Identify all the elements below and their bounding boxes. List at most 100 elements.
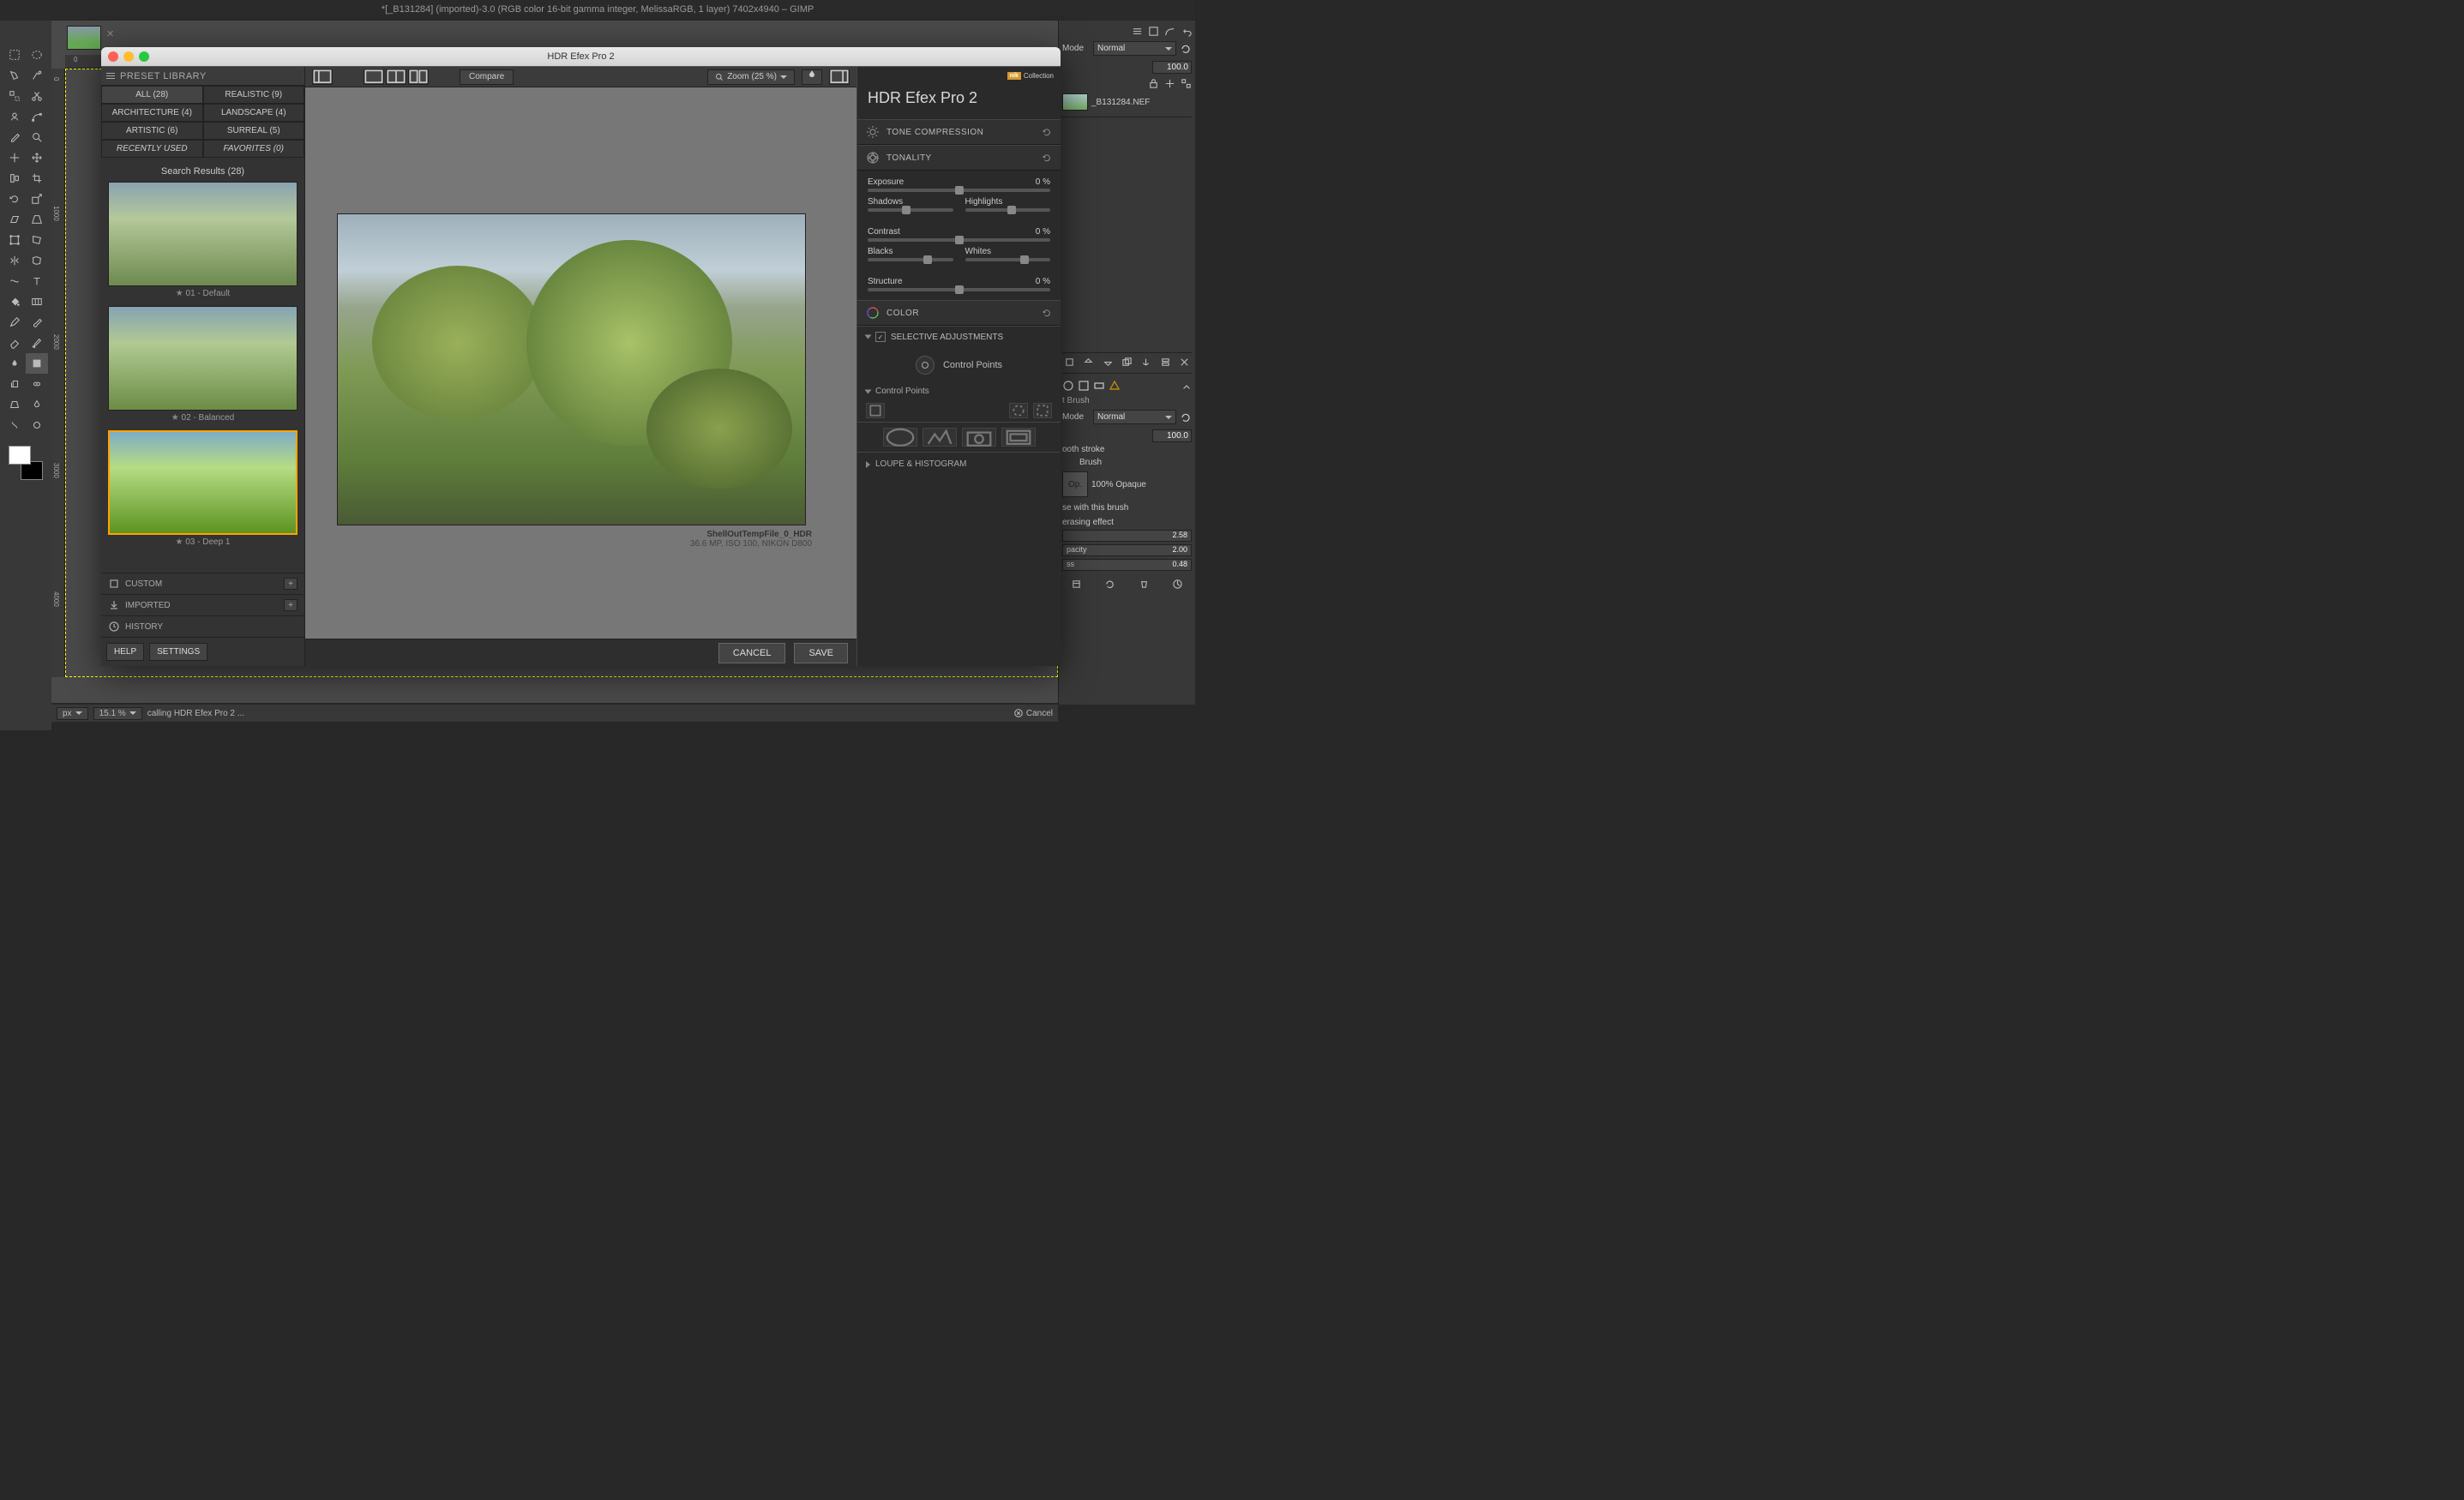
brush-preview[interactable]: Op. [1062, 471, 1088, 497]
cat-architecture[interactable]: ARCHITECTURE (4) [101, 104, 203, 122]
loupe-histogram-header[interactable]: LOUPE & HISTOGRAM [857, 452, 1061, 476]
tool-smudge[interactable] [3, 415, 26, 435]
tool-airbrush[interactable] [26, 333, 48, 353]
tool-scale[interactable] [26, 189, 48, 209]
star-icon[interactable]: ★ [171, 413, 179, 423]
tool-paths[interactable] [26, 106, 48, 127]
cancel-button[interactable]: CANCEL [718, 643, 786, 663]
paths-tab-icon[interactable] [1164, 26, 1175, 37]
fg-color[interactable] [9, 446, 31, 465]
frame-button[interactable] [1001, 428, 1036, 447]
layer-opacity-value[interactable]: 100.0 [1152, 61, 1192, 74]
mode-select[interactable]: Normal [1093, 41, 1176, 56]
tool-text[interactable] [26, 271, 48, 291]
imported-presets-row[interactable]: IMPORTED + [101, 595, 304, 616]
tool-scissors[interactable] [26, 86, 48, 106]
contrast-slider[interactable] [868, 238, 1050, 242]
view-single[interactable] [364, 69, 384, 85]
window-zoom-button[interactable] [139, 51, 149, 62]
tool-align[interactable] [3, 168, 26, 189]
merge-layer-icon[interactable] [1160, 357, 1171, 368]
tool-rotate[interactable] [3, 189, 26, 209]
tool-flip[interactable] [3, 250, 26, 271]
blacks-slider[interactable] [868, 258, 953, 261]
save-button[interactable]: SAVE [794, 643, 848, 663]
tool-measure[interactable] [3, 147, 26, 168]
reset-icon[interactable] [1042, 308, 1052, 318]
compare-button[interactable]: Compare [460, 69, 514, 85]
history-row[interactable]: HISTORY [101, 616, 304, 638]
control-points-sub[interactable]: Control Points [857, 383, 1061, 399]
tool-handle-transform[interactable] [26, 230, 48, 250]
tonality-header[interactable]: TONALITY [857, 145, 1061, 171]
tool-perspective[interactable] [26, 209, 48, 230]
cp-group-button[interactable] [1009, 403, 1028, 418]
tool-heal[interactable] [26, 374, 48, 394]
tool-rect-select[interactable] [3, 45, 26, 65]
toggle-right-panel-button[interactable] [829, 69, 850, 85]
layers-tab-icon[interactable] [1132, 26, 1143, 37]
lower-layer-icon[interactable] [1103, 357, 1114, 368]
image-tab-close[interactable]: ✕ [106, 28, 114, 39]
reset-options-icon[interactable] [1172, 579, 1183, 590]
layer-row[interactable]: _B131284.NEF [1062, 91, 1192, 113]
cat-recent[interactable]: RECENTLY USED [101, 140, 203, 158]
tool-ellipse-select[interactable] [26, 45, 48, 65]
tool-pencil[interactable] [3, 312, 26, 333]
reset-icon[interactable] [1042, 127, 1052, 137]
exposure-slider[interactable] [868, 189, 1050, 192]
tool-dodge-burn[interactable] [26, 415, 48, 435]
preview-canvas[interactable]: ShellOutTempFile_0_HDR 36.6 MP, ISO 100,… [305, 87, 856, 639]
cat-favorites[interactable]: FAVORITES (0) [203, 140, 305, 158]
view-side-by-side[interactable] [408, 69, 429, 85]
channels-tab-icon[interactable] [1148, 26, 1159, 37]
tab-menu-icon[interactable] [1181, 381, 1192, 391]
tool-mypaint-brush[interactable] [26, 353, 48, 374]
lock-move-icon[interactable] [1164, 78, 1175, 89]
delete-options-icon[interactable] [1139, 579, 1150, 590]
selective-adjustments-header[interactable]: ✓ SELECTIVE ADJUSTMENTS [857, 326, 1061, 347]
tool-zoom[interactable] [26, 127, 48, 147]
reset-icon[interactable] [1042, 153, 1052, 163]
view-split[interactable] [386, 69, 406, 85]
tool-cage[interactable] [26, 250, 48, 271]
raise-layer-icon[interactable] [1083, 357, 1094, 368]
tone-compression-header[interactable]: TONE COMPRESSION [857, 119, 1061, 145]
add-custom-button[interactable]: + [284, 578, 297, 590]
cat-all[interactable]: ALL (28) [101, 86, 203, 104]
tool-fuzzy-select[interactable] [26, 65, 48, 86]
settings-button[interactable]: SETTINGS [149, 643, 207, 661]
cat-landscape[interactable]: LANDSCAPE (4) [203, 104, 305, 122]
slider-radius[interactable]: 2.58 [1062, 530, 1192, 542]
unit-select[interactable]: px [57, 707, 88, 720]
tool-bucket-fill[interactable] [3, 291, 26, 312]
status-cancel-button[interactable]: Cancel [1013, 708, 1053, 718]
cat-artistic[interactable]: ARTISTIC (6) [101, 122, 203, 140]
save-options-icon[interactable] [1071, 579, 1082, 590]
lock-alpha-icon[interactable] [1148, 78, 1159, 89]
shadows-slider[interactable] [868, 208, 953, 212]
tool-perspective-clone[interactable] [3, 394, 26, 415]
window-minimize-button[interactable] [123, 51, 134, 62]
reset-brush-mode-icon[interactable] [1180, 411, 1192, 423]
bg-color-button[interactable] [802, 69, 822, 85]
whites-slider[interactable] [965, 258, 1051, 261]
add-imported-button[interactable]: + [284, 599, 297, 611]
vignette-button[interactable] [883, 428, 917, 447]
star-icon[interactable]: ★ [176, 289, 183, 298]
add-control-point-button[interactable] [916, 356, 935, 375]
undo-tab-icon[interactable] [1181, 26, 1192, 37]
color-header[interactable]: COLOR [857, 300, 1061, 326]
tool-shear[interactable] [3, 209, 26, 230]
preset-scroll-area[interactable]: Search Results (28) ★ 01 - Default ★ 02 … [101, 158, 304, 573]
tool-paintbrush[interactable] [26, 312, 48, 333]
tool-by-color-select[interactable] [3, 86, 26, 106]
levels-button[interactable] [922, 428, 957, 447]
delete-layer-icon[interactable] [1179, 357, 1190, 368]
cat-realistic[interactable]: REALISTIC (9) [203, 86, 305, 104]
tool-move[interactable] [26, 147, 48, 168]
duplicate-layer-icon[interactable] [1121, 357, 1133, 368]
cp-list-button[interactable] [866, 403, 885, 418]
hdr-titlebar[interactable]: HDR Efex Pro 2 [101, 47, 1061, 66]
lock-pixels-icon[interactable] [1181, 78, 1192, 89]
